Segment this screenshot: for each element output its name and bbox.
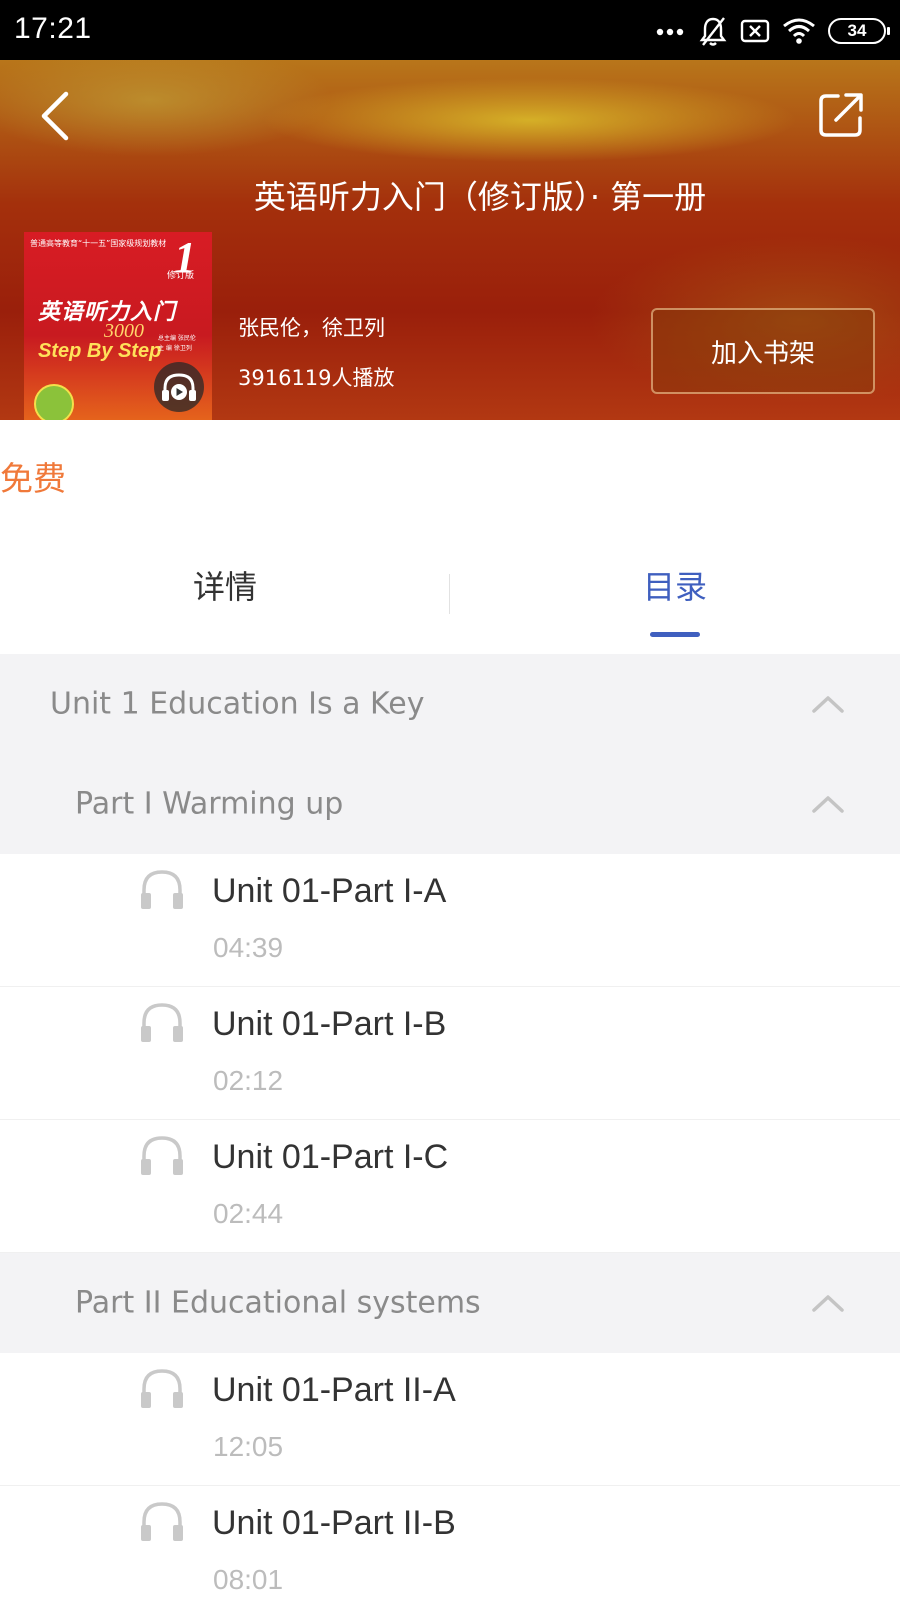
track-title: Unit 01-Part II-B [212, 1504, 456, 1542]
battery-icon: 34 [828, 18, 890, 44]
headphone-play-icon [162, 373, 196, 401]
cover-badge [34, 384, 74, 420]
book-header: 英语听力入门（修订版）· 第一册 普通高等教育“十一五”国家级规划教材 1 修订… [0, 60, 900, 420]
audio-play-button[interactable] [154, 362, 204, 412]
catalog-list: Unit 1 Education Is a Key Part I Warming… [0, 654, 900, 1600]
mute-bell-icon [699, 17, 727, 46]
cover-subtitle: Step By Step [38, 340, 162, 362]
headphone-icon [141, 1502, 183, 1541]
chevron-up-icon [812, 1295, 844, 1312]
track-title: Unit 01-Part I-B [212, 1005, 447, 1043]
add-to-shelf-button[interactable]: 加入书架 [651, 308, 875, 394]
track-title: Unit 01-Part II-A [212, 1371, 456, 1409]
track-item[interactable]: Unit 01-Part I-A 04:39 [0, 854, 900, 987]
more-dots-icon [656, 28, 684, 36]
book-cover[interactable]: 普通高等教育“十一五”国家级规划教材 1 修订版 英语听力入门 3000 Ste… [24, 232, 212, 420]
unit-header[interactable]: Unit 1 Education Is a Key [0, 654, 900, 754]
track-item[interactable]: Unit 01-Part II-A 12:05 [0, 1353, 900, 1486]
cover-series-text: 普通高等教育“十一五”国家级规划教材 [30, 239, 167, 248]
part-label: Part I Warming up [75, 786, 344, 822]
share-button[interactable] [816, 90, 866, 140]
track-duration: 08:01 [213, 1564, 284, 1595]
headphone-icon [141, 1136, 183, 1175]
back-button[interactable] [34, 88, 84, 144]
track-item[interactable]: Unit 01-Part I-C 02:44 [0, 1120, 900, 1253]
part-label: Part II Educational systems [75, 1285, 481, 1321]
track-duration: 12:05 [213, 1431, 284, 1462]
cover-volume-note: 修订版 [166, 271, 194, 281]
headphone-icon [141, 1369, 183, 1408]
play-count: 3916119人播放 [238, 366, 395, 390]
status-icons: 34 [656, 14, 890, 48]
battery-level: 34 [847, 21, 867, 40]
status-time: 17:21 [14, 12, 92, 45]
track-title: Unit 01-Part I-A [212, 872, 447, 910]
chevron-up-icon [812, 796, 844, 813]
cover-editors: 总主编 张民伦 主 编 徐卫列 [158, 335, 196, 352]
part-header[interactable]: Part I Warming up [0, 754, 900, 854]
unit-label: Unit 1 Education Is a Key [50, 686, 425, 722]
active-tab-indicator [650, 632, 700, 637]
track-duration: 02:44 [213, 1198, 284, 1229]
track-duration: 02:12 [213, 1065, 284, 1096]
price-label: 免费 [0, 459, 66, 498]
headphone-icon [141, 1003, 183, 1042]
tab-bar: 详情 目录 [0, 552, 900, 654]
back-chevron-icon [41, 91, 69, 141]
sim-x-icon [740, 19, 770, 43]
tab-catalog[interactable]: 目录 [450, 562, 900, 608]
status-bar: 17:21 34 [0, 0, 900, 60]
headphone-icon [141, 870, 183, 909]
track-title: Unit 01-Part I-C [212, 1138, 449, 1176]
book-title: 英语听力入门（修订版）· 第一册 [253, 178, 707, 216]
chevron-up-icon [812, 696, 844, 713]
book-author: 张民伦，徐卫列 [238, 316, 385, 340]
share-icon [819, 93, 863, 137]
part-header[interactable]: Part II Educational systems [0, 1253, 900, 1353]
tab-details[interactable]: 详情 [0, 562, 450, 608]
track-item[interactable]: Unit 01-Part II-B 08:01 [0, 1486, 900, 1600]
wifi-icon [783, 18, 815, 44]
track-duration: 04:39 [213, 932, 284, 963]
track-item[interactable]: Unit 01-Part I-B 02:12 [0, 987, 900, 1120]
